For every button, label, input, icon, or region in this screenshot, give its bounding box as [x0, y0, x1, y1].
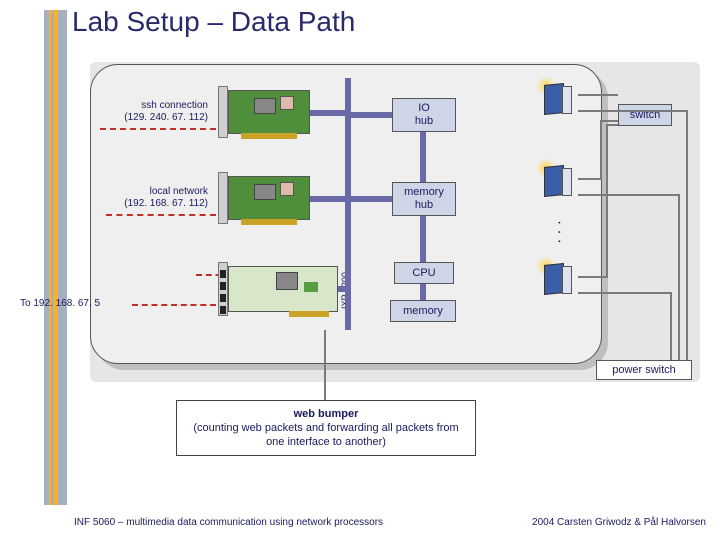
wire-s2-a	[578, 178, 602, 180]
webbox-pointer	[324, 330, 326, 400]
io-hub-link	[350, 112, 392, 118]
slide: Lab Setup – Data Path ssh connection (12…	[0, 0, 720, 540]
wire-sn-c	[606, 124, 618, 126]
pwire-2a	[578, 194, 680, 196]
io-mem-bus	[420, 132, 426, 182]
server-n-body	[544, 263, 564, 295]
nic-card-1	[200, 84, 320, 144]
web-bumper-body: (counting web packets and forwarding all…	[193, 422, 458, 448]
page-title: Lab Setup – Data Path	[72, 6, 355, 38]
cpu-block: CPU	[394, 262, 454, 284]
server-n-front	[562, 266, 572, 294]
server-1	[540, 80, 576, 120]
wire-s2-b	[600, 120, 602, 180]
ixp-port-3	[220, 294, 226, 302]
ssh-name: ssh connection	[141, 100, 208, 111]
nic1-chip2	[280, 96, 294, 110]
wire-sn-b	[606, 124, 608, 278]
nic1-chip	[254, 98, 276, 114]
server-n	[540, 260, 576, 300]
server-2-front	[562, 168, 572, 196]
server-1-front	[562, 86, 572, 114]
nic2-memhub-link	[350, 196, 392, 202]
power-switch: power switch	[596, 360, 692, 380]
side-stripe-accent-2	[54, 10, 58, 505]
io-hub: IO hub	[392, 98, 456, 132]
wire-sn-a	[578, 276, 608, 278]
server-2	[540, 162, 576, 202]
server-2-body	[544, 165, 564, 197]
ssh-label: ssh connection (129. 240. 67. 112)	[88, 100, 208, 124]
nic2-gold	[241, 219, 297, 225]
nic1-bracket	[218, 86, 228, 138]
pwire-1a	[578, 110, 688, 112]
nic2-bracket	[218, 172, 228, 224]
ssh-ip: (129. 240. 67. 112)	[88, 112, 208, 124]
web-bumper-box: web bumper (counting web packets and for…	[176, 400, 476, 456]
nic1-gold	[241, 133, 297, 139]
server-1-body	[544, 83, 564, 115]
web-bumper-title: web bumper	[294, 408, 359, 420]
io-hub-label: IO hub	[415, 102, 433, 127]
nic2-chip	[254, 184, 276, 200]
pwire-2b	[678, 194, 680, 360]
ixp-port-2	[220, 282, 226, 290]
local-label: local network (192. 168. 67. 112)	[96, 186, 208, 210]
wire-s1-switch	[578, 94, 618, 96]
nic1-bus	[310, 110, 348, 116]
memory-hub-label: memory hub	[404, 186, 444, 211]
memory-hub: memory hub	[392, 182, 456, 216]
ixp-port-4	[220, 306, 226, 314]
footer-right: 2004 Carsten Griwodz & Pål Halvorsen	[532, 517, 706, 528]
ixp-chip	[276, 272, 298, 290]
ssh-dashline	[100, 128, 216, 130]
pwire-3a	[578, 292, 672, 294]
ixp-card: IXP 1200	[200, 260, 350, 322]
pwire-3b	[670, 292, 672, 360]
pwire-1b	[686, 110, 688, 360]
mem-cpu-bus	[420, 216, 426, 262]
ellipsis-icon: ···	[556, 214, 562, 254]
footer-left: INF 5060 – multimedia data communication…	[74, 517, 383, 528]
memory-block: memory	[390, 300, 456, 322]
wire-s2-c	[600, 120, 618, 122]
cpu-mem-bus	[420, 284, 426, 300]
nic2-chip2	[280, 182, 294, 196]
switch-block: switch	[618, 104, 672, 126]
ixp-bus	[338, 286, 350, 292]
to-label: To 192. 168. 67. 5	[20, 298, 132, 310]
side-stripe-accent	[49, 10, 51, 505]
ixp-port-1	[220, 270, 226, 278]
nic-card-2	[200, 170, 320, 230]
ixp-chip2	[304, 282, 318, 292]
local-ip: (192. 168. 67. 112)	[96, 198, 208, 210]
ixp-gold	[289, 311, 329, 317]
nic2-bus	[310, 196, 348, 202]
